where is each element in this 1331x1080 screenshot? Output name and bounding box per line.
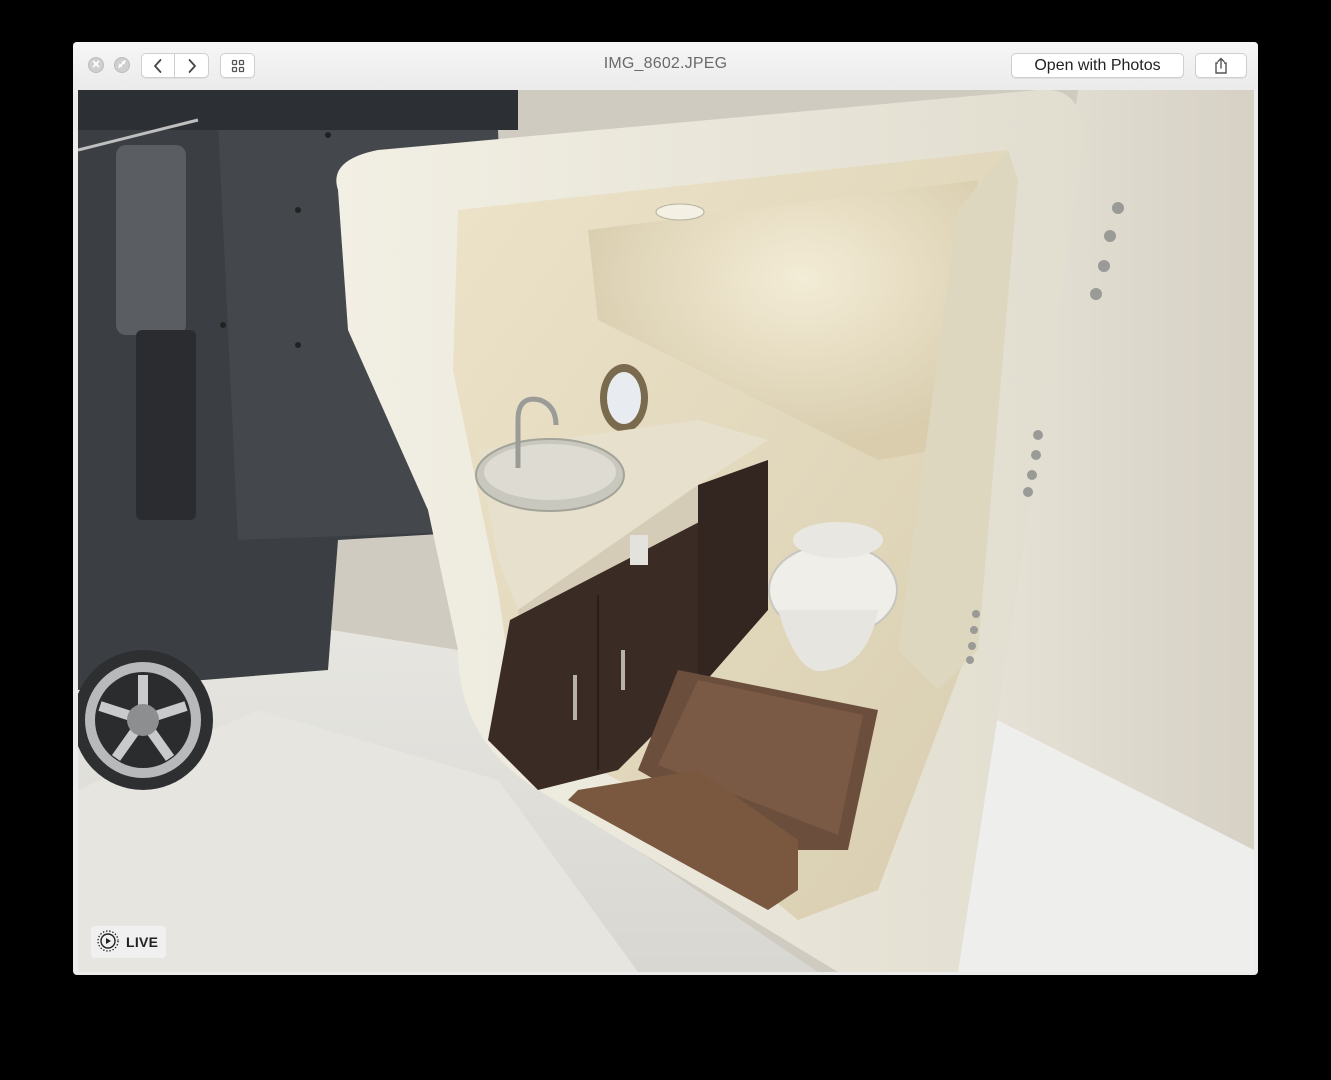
live-photo-label: LIVE <box>126 934 159 950</box>
share-button[interactable] <box>1195 53 1247 78</box>
live-photo-badge[interactable]: LIVE <box>91 926 167 958</box>
share-icon <box>1213 57 1229 75</box>
open-with-photos-button[interactable]: Open with Photos <box>1011 53 1184 78</box>
title-bar: IMG_8602.JPEG Open with Photos <box>73 42 1258 90</box>
photo-image <box>78 90 1254 972</box>
live-photo-icon <box>96 929 120 956</box>
quick-look-window: IMG_8602.JPEG Open with Photos LIVE <box>73 42 1258 975</box>
photo-preview: LIVE <box>78 90 1254 972</box>
